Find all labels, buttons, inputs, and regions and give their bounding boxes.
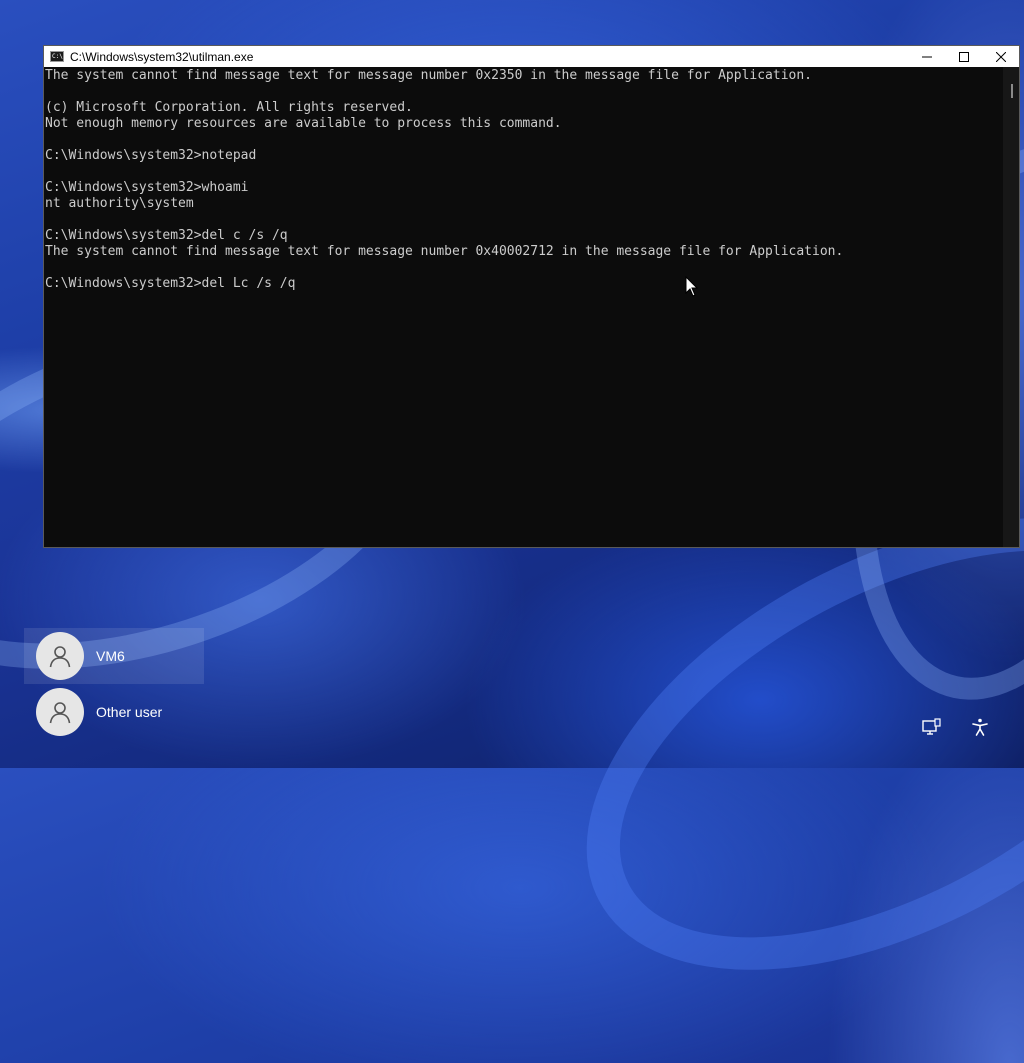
cmd-icon: C:\	[50, 51, 64, 62]
scrollbar[interactable]	[1003, 67, 1019, 547]
window-title: C:\Windows\system32\utilman.exe	[70, 49, 254, 64]
mouse-pointer-icon	[685, 276, 699, 297]
network-icon	[922, 718, 941, 735]
console-line: C:\Windows\system32>whoami	[45, 180, 249, 195]
console-line: The system cannot find message text for …	[45, 68, 813, 83]
scrollbar-thumb[interactable]	[1011, 84, 1013, 98]
console-line: The system cannot find message text for …	[45, 244, 844, 259]
accessibility-icon	[972, 718, 988, 736]
user-item[interactable]: Other user	[24, 684, 204, 740]
close-icon	[995, 51, 1006, 62]
close-button[interactable]	[982, 46, 1019, 67]
avatar	[36, 688, 84, 736]
console-line: C:\Windows\system32>del Lc /s /q	[45, 276, 296, 291]
console-line: (c) Microsoft Corporation. All rights re…	[45, 100, 413, 115]
console-line: C:\Windows\system32>notepad	[45, 148, 257, 163]
user-name: VM6	[96, 648, 125, 664]
accessibility-button[interactable]	[969, 716, 991, 738]
minimize-icon	[921, 56, 932, 57]
console-line: C:\Windows\system32>del c /s /q	[45, 228, 288, 243]
avatar	[36, 632, 84, 680]
console-output[interactable]: The system cannot find message text for …	[44, 67, 1003, 547]
user-icon	[49, 646, 71, 668]
window-controls	[908, 46, 1019, 67]
title-bar[interactable]: C:\ C:\Windows\system32\utilman.exe	[44, 46, 1019, 67]
maximize-button[interactable]	[945, 46, 982, 67]
console-line: nt authority\system	[45, 196, 194, 211]
network-button[interactable]	[920, 716, 942, 738]
cmd-window: C:\ C:\Windows\system32\utilman.exe The …	[43, 45, 1020, 548]
minimize-button[interactable]	[908, 46, 945, 67]
console-line: Not enough memory resources are availabl…	[45, 116, 562, 131]
user-list: VM6 Other user	[24, 628, 204, 740]
user-name: Other user	[96, 704, 163, 720]
user-item[interactable]: VM6	[24, 628, 204, 684]
user-icon	[49, 702, 71, 724]
maximize-icon	[958, 51, 969, 62]
